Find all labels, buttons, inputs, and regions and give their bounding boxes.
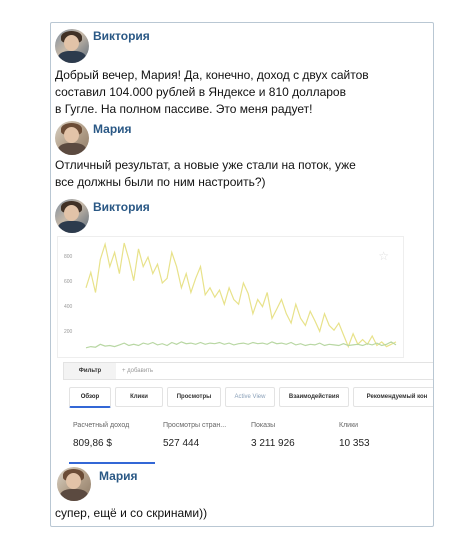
metric-value: 527 444 [163, 438, 200, 449]
metric-page-views[interactable]: Просмотры стран... 527 444 [159, 416, 245, 462]
avatar-viktoria[interactable] [55, 199, 89, 233]
message-author[interactable]: Виктория [93, 200, 150, 214]
message-text: Добрый вечер, Мария! Да, конечно, доход … [55, 67, 430, 118]
line-chart [85, 241, 397, 349]
filter-button[interactable]: Фильтр [64, 363, 116, 379]
adsense-screenshot[interactable]: 800 600 400 200 ☆ Фильтр + добавить Обзо… [57, 236, 433, 490]
avatar-viktoria[interactable] [55, 29, 89, 63]
tab-active-view[interactable]: Active View [225, 387, 275, 407]
report-tabs: Обзор Клики Просмотры Active View Взаимо… [69, 387, 433, 408]
message-author[interactable]: Виктория [93, 29, 150, 43]
chart-area: 800 600 400 200 ☆ [57, 236, 404, 358]
metric-value: 3 211 926 [251, 438, 295, 449]
message-line: составил 104.000 рублей в Яндексе и 810 … [55, 85, 346, 99]
message-line: в Гугле. На полном пассиве. Это меня рад… [55, 102, 313, 116]
metric-label: Показы [251, 422, 276, 429]
tab-recommended[interactable]: Рекомендуемый кон [353, 387, 433, 407]
filter-add-link[interactable]: + добавить [122, 363, 153, 379]
chat-frame: Виктория Добрый вечер, Мария! Да, конечн… [50, 22, 434, 527]
message-line: супер, ещё и со скринами)) [55, 506, 208, 520]
tab-interactions[interactable]: Взаимодействия [279, 387, 349, 407]
message-line: Отличный результат, а новые уже стали на… [55, 158, 356, 172]
metric-label: Просмотры стран... [163, 422, 227, 429]
metric-label: Клики [339, 422, 359, 429]
metrics-row: Расчетный доход 809,86 $ Просмотры стран… [69, 416, 433, 464]
filter-bar[interactable]: Фильтр + добавить [63, 362, 433, 380]
series-line-0 [85, 241, 397, 349]
metric-label: Расчетный доход [73, 422, 130, 429]
message-text: супер, ещё и со скринами)) [55, 505, 430, 522]
star-icon: ☆ [378, 249, 389, 263]
avatar-maria[interactable] [55, 121, 89, 155]
avatar-maria[interactable] [57, 467, 91, 501]
metric-value: 10 353 [339, 438, 370, 449]
tab-clicks[interactable]: Клики [115, 387, 163, 407]
message-author[interactable]: Мария [99, 469, 138, 483]
message-author[interactable]: Мария [93, 122, 132, 136]
message-line: все должны были по ним настроить?) [55, 175, 266, 189]
metric-clicks[interactable]: Клики 10 353 [335, 416, 421, 462]
metric-estimated-earnings[interactable]: Расчетный доход 809,86 $ [69, 416, 155, 464]
metric-value: 809,86 $ [73, 438, 112, 449]
metric-impressions[interactable]: Показы 3 211 926 [247, 416, 333, 462]
tab-views[interactable]: Просмотры [167, 387, 221, 407]
message-line: Добрый вечер, Мария! Да, конечно, доход … [55, 68, 369, 82]
message-text: Отличный результат, а новые уже стали на… [55, 157, 430, 191]
tab-overview[interactable]: Обзор [69, 387, 111, 408]
